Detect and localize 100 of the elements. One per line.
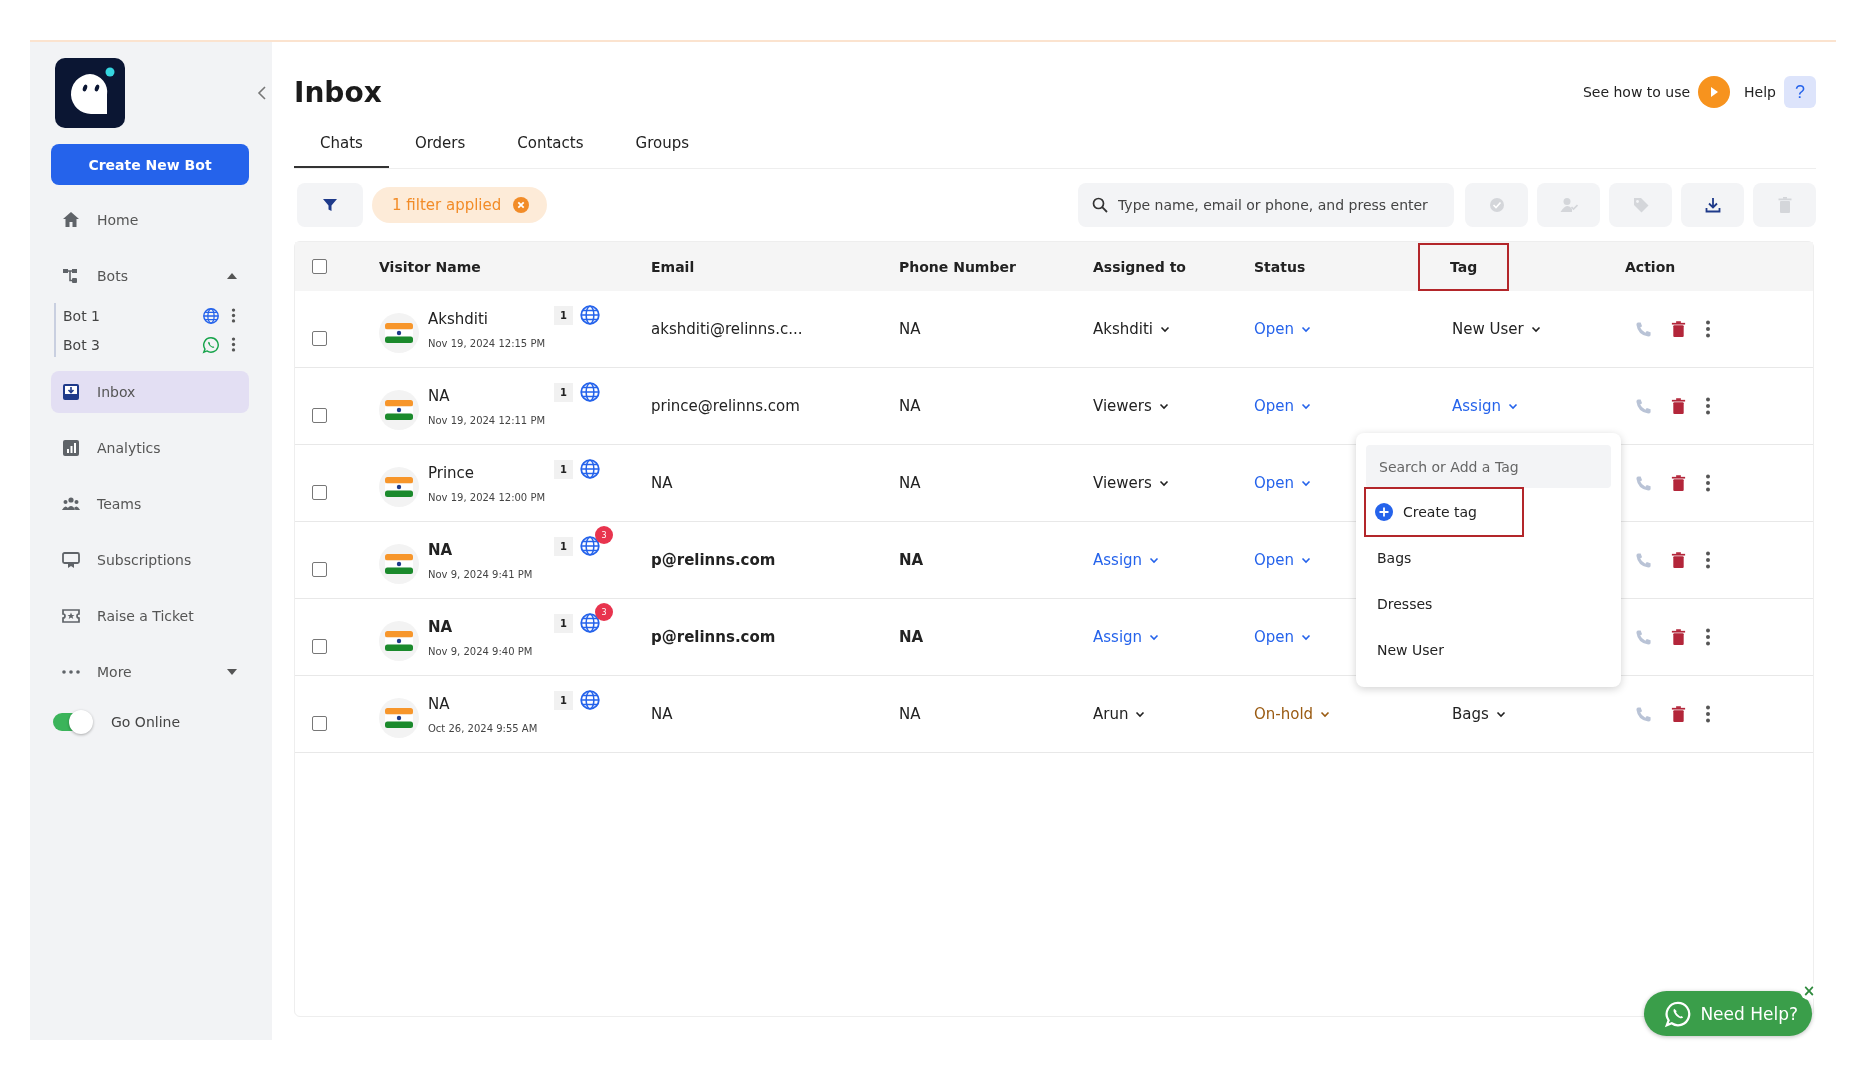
more-icon[interactable] <box>231 308 236 323</box>
check-circle-icon <box>1487 196 1506 214</box>
inbox-icon <box>61 382 81 402</box>
visitor-name[interactable]: NA <box>428 540 544 559</box>
timestamp: Nov 9, 2024 9:40 PM <box>428 645 534 657</box>
more-icon[interactable] <box>1705 705 1711 723</box>
row-checkbox[interactable] <box>312 407 327 423</box>
bot-name[interactable]: Bot 3 <box>63 336 202 353</box>
assignee-dropdown[interactable]: Viewers <box>1093 397 1169 415</box>
chevron-down-icon <box>1160 325 1170 333</box>
play-icon[interactable] <box>1698 76 1731 108</box>
more-icon[interactable] <box>1705 474 1711 492</box>
chevron-down-icon <box>1301 325 1312 333</box>
phone-text: NA <box>899 474 921 492</box>
assignee-dropdown[interactable]: Assign <box>1093 628 1160 646</box>
tab[interactable]: Contacts <box>491 122 610 168</box>
tag-dropdown[interactable]: Assign <box>1452 397 1519 415</box>
tag-option[interactable]: Bags <box>1366 535 1611 581</box>
caret-down-icon <box>227 669 237 675</box>
flag-icon <box>385 323 413 343</box>
create-tag-item[interactable]: Create tag <box>1366 489 1522 535</box>
phone-text: NA <box>899 551 924 569</box>
visitor-name[interactable]: NA <box>428 694 544 713</box>
more-icon[interactable] <box>1705 628 1711 646</box>
globe-icon <box>578 535 601 557</box>
tag-search-field[interactable]: Search or Add a Tag <box>1366 445 1611 488</box>
more-icon[interactable] <box>1705 320 1711 338</box>
row-checkbox[interactable] <box>312 484 327 500</box>
status-dropdown[interactable]: On-hold <box>1254 705 1331 723</box>
nav-item[interactable]: Bots <box>51 255 249 297</box>
more-icon[interactable] <box>231 337 236 352</box>
timestamp: Nov 19, 2024 12:00 PM <box>428 491 544 503</box>
help-link[interactable]: Help <box>1744 84 1776 100</box>
filter-button[interactable] <box>297 183 363 227</box>
assignee-dropdown[interactable]: Viewers <box>1093 474 1169 492</box>
nav-item[interactable]: Raise a Ticket <box>51 595 249 637</box>
page-title: Inbox <box>294 75 382 109</box>
email-text: p@relinns.com <box>651 628 776 646</box>
timestamp: Oct 26, 2024 9:55 AM <box>428 722 539 734</box>
close-icon[interactable] <box>513 197 530 213</box>
nav-item[interactable]: Subscriptions <box>51 539 249 581</box>
online-toggle[interactable] <box>53 713 91 731</box>
status-dropdown[interactable]: Open <box>1254 628 1312 646</box>
tab[interactable]: Chats <box>294 122 389 168</box>
trash-icon[interactable] <box>1670 550 1687 570</box>
more-icon[interactable] <box>1705 397 1711 415</box>
trash-icon[interactable] <box>1670 319 1687 339</box>
logo-icon[interactable] <box>55 58 125 128</box>
visitor-name[interactable]: Prince <box>428 463 544 482</box>
more-icon[interactable] <box>1705 551 1711 569</box>
row-checkbox[interactable] <box>312 330 327 346</box>
tab[interactable]: Groups <box>609 122 715 168</box>
select-all-checkbox[interactable] <box>312 259 327 274</box>
email-text: p@relinns.com <box>651 551 776 569</box>
visitor-name[interactable]: Akshditi <box>428 309 544 328</box>
tab[interactable]: Orders <box>388 122 492 168</box>
status-dropdown[interactable]: Open <box>1254 474 1312 492</box>
tag-option[interactable]: New User <box>1366 627 1611 673</box>
assignee-dropdown[interactable]: Arun <box>1093 705 1146 723</box>
download-button[interactable] <box>1681 183 1744 227</box>
how-to-link[interactable]: See how to use <box>1582 84 1691 100</box>
globe-icon <box>578 689 601 711</box>
search-field[interactable]: Type name, email or phone, and press enter <box>1078 183 1454 227</box>
trash-icon[interactable] <box>1670 396 1687 416</box>
flag-icon <box>385 554 413 574</box>
tag-icon <box>1631 196 1650 214</box>
nav-item[interactable]: Analytics <box>51 427 249 469</box>
column-header: Phone Number <box>899 257 1016 277</box>
chevron-down-icon <box>1495 710 1506 718</box>
help-button[interactable]: ? <box>1784 76 1816 108</box>
status-dropdown[interactable]: Open <box>1254 551 1312 569</box>
tag-option[interactable]: Dresses <box>1366 581 1611 627</box>
status-dropdown[interactable]: Open <box>1254 397 1312 415</box>
email-text: akshditi@relinns.c... <box>651 320 803 338</box>
row-checkbox[interactable] <box>312 638 327 654</box>
bar-chart-icon <box>61 438 81 458</box>
trash-icon[interactable] <box>1670 704 1687 724</box>
nav-item[interactable]: More <box>51 651 249 693</box>
tag-dropdown[interactable]: Bags <box>1452 705 1506 723</box>
nav-item[interactable]: Inbox <box>51 371 249 413</box>
globe-icon <box>578 612 601 634</box>
nav-item[interactable]: Teams <box>51 483 249 525</box>
visitor-name[interactable]: NA <box>428 386 544 405</box>
trash-icon[interactable] <box>1670 627 1687 647</box>
visitor-name[interactable]: NA <box>428 617 544 636</box>
notification-badge: 3 <box>594 603 613 621</box>
assignee-dropdown[interactable]: Assign <box>1093 551 1160 569</box>
tag-dropdown[interactable]: New User <box>1452 320 1541 338</box>
trash-icon[interactable] <box>1670 473 1687 493</box>
dots-icon <box>61 669 81 675</box>
bot-name[interactable]: Bot 1 <box>63 307 202 324</box>
row-checkbox[interactable] <box>312 715 327 731</box>
assignee-dropdown[interactable]: Akshditi <box>1093 320 1170 338</box>
chevron-down-icon <box>1320 710 1331 718</box>
create-bot-button[interactable]: Create New Bot <box>51 144 249 185</box>
status-dropdown[interactable]: Open <box>1254 320 1312 338</box>
collapse-icon[interactable] <box>257 86 267 100</box>
nav-item[interactable]: Home <box>51 199 249 241</box>
timestamp: Nov 9, 2024 9:41 PM <box>428 568 534 580</box>
row-checkbox[interactable] <box>312 561 327 577</box>
